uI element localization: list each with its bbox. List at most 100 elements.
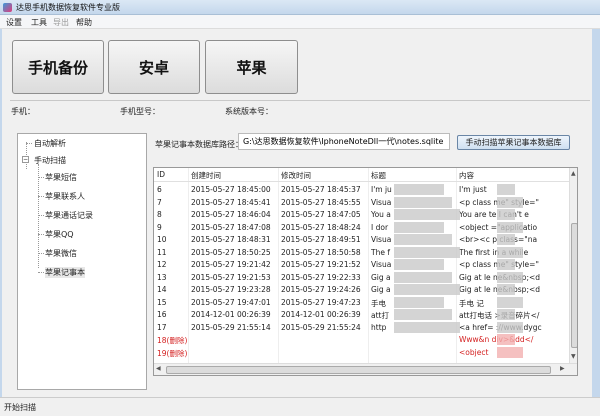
table-row[interactable]: 8 2015-05-27 18:46:04 2015-05-27 18:47:05 Y… xyxy=(154,208,569,221)
tree-item-5[interactable]: 苹果记事本 xyxy=(45,267,85,278)
menu-bar: 设置 工具 导出 帮助 xyxy=(0,15,600,29)
blurred-region xyxy=(497,221,523,233)
table-row[interactable]: 6 2015-05-27 18:45:00 2015-05-27 18:45:37 I… xyxy=(154,183,569,196)
table-row[interactable]: 13 2015-05-27 19:21:53 2015-05-27 19:22:33… xyxy=(154,271,569,284)
phone-backup-button[interactable]: 手机备份 xyxy=(12,40,104,94)
tree-item-4[interactable]: 苹果微信 xyxy=(45,248,77,259)
table-cell xyxy=(371,348,455,359)
scroll-left-icon[interactable]: ◀ xyxy=(156,365,161,372)
menu-help[interactable]: 帮助 xyxy=(76,17,92,28)
db-path-input[interactable] xyxy=(238,133,450,150)
blurred-region xyxy=(394,184,444,195)
table-cell: 2015-05-27 18:45:55 xyxy=(281,197,361,207)
table-cell: 2015-05-27 18:46:04 xyxy=(191,210,271,219)
table-row[interactable]: 7 2015-05-27 18:45:41 2015-05-27 18:45:55 V… xyxy=(154,196,569,209)
menu-settings[interactable]: 设置 xyxy=(6,17,22,28)
table-row[interactable]: 14 2015-05-27 19:23:28 2015-05-27 19:24:26… xyxy=(154,283,569,296)
manual-scan-notes-button[interactable]: 手动扫描苹果记事本数据库 xyxy=(457,135,570,150)
android-button[interactable]: 安卓 xyxy=(108,40,200,94)
collapse-icon[interactable]: − xyxy=(22,156,29,163)
table-cell: 6 xyxy=(157,185,162,194)
table-cell xyxy=(191,335,277,346)
blurred-region xyxy=(497,309,515,320)
column-header[interactable]: 内容 xyxy=(459,170,474,181)
blurred-region xyxy=(394,246,460,258)
table-cell: 2015-05-27 19:47:01 xyxy=(191,297,271,307)
table-row[interactable]: 12 2015-05-27 19:21:42 2015-05-27 19:21:52… xyxy=(154,258,569,271)
table-cell: 2015-05-27 19:24:26 xyxy=(281,285,361,294)
table-cell: 7 xyxy=(157,197,162,207)
table-row[interactable]: 19(删除) <object xyxy=(154,346,569,359)
horizontal-scrollbar[interactable]: ◀ ▶ xyxy=(154,363,577,375)
table-row[interactable]: 18(删除)Www&n div>&dd</ xyxy=(154,333,569,346)
blurred-region xyxy=(497,234,515,245)
table-cell: 19(删除) xyxy=(157,348,187,358)
blurred-region xyxy=(394,284,460,295)
menu-export[interactable]: 导出 xyxy=(53,17,69,28)
table-cell: 2015-05-27 19:23:28 xyxy=(191,285,271,294)
blurred-region xyxy=(394,259,444,270)
divider xyxy=(10,100,590,101)
table-cell: 11 xyxy=(157,247,167,257)
table-cell: 2015-05-27 18:48:31 xyxy=(191,235,271,244)
table-row[interactable]: 15 2015-05-27 19:47:01 2015-05-27 19:47:23… xyxy=(154,296,569,309)
blurred-region xyxy=(497,184,515,195)
blurred-region xyxy=(394,296,444,308)
os-version-label: 系统版本号： xyxy=(225,107,273,116)
table-cell: 16 xyxy=(157,310,167,319)
apple-button[interactable]: 苹果 xyxy=(205,40,298,94)
table-cell: 14 xyxy=(157,285,167,294)
table-cell: 9 xyxy=(157,222,162,232)
vertical-scrollbar[interactable]: ▲ ▼ xyxy=(569,168,577,363)
tree-item-0[interactable]: 苹果短信 xyxy=(45,172,77,183)
scroll-up-icon[interactable]: ▲ xyxy=(571,170,576,177)
table-cell: 2015-05-27 18:45:37 xyxy=(281,185,361,194)
blurred-region xyxy=(394,271,452,283)
column-header[interactable]: 创建时间 xyxy=(191,170,221,181)
table-row[interactable]: 16 2014-12-01 00:26:39 2014-12-01 00:26:39… xyxy=(154,308,569,321)
table-cell: 17 xyxy=(157,322,167,332)
table-cell: 2015-05-27 18:47:05 xyxy=(281,210,361,219)
blurred-region xyxy=(497,196,523,208)
status-bar: 开始扫描 xyxy=(0,397,600,416)
vertical-scroll-thumb[interactable] xyxy=(571,223,577,348)
blurred-region xyxy=(394,321,460,333)
table-row[interactable]: 17 2015-05-29 21:55:14 2015-05-29 21:55:24… xyxy=(154,321,569,334)
db-path-label: 苹果记事本数据库路径： xyxy=(155,140,243,149)
table-cell: 13 xyxy=(157,272,167,282)
column-header[interactable]: 修改时间 xyxy=(281,170,311,181)
table-cell: 2014-12-01 00:26:39 xyxy=(281,310,361,319)
horizontal-scroll-thumb[interactable] xyxy=(166,366,551,374)
table-cell: 2015-05-27 19:21:53 xyxy=(191,272,271,282)
blurred-region xyxy=(497,321,523,333)
menu-tools[interactable]: 工具 xyxy=(31,17,47,28)
status-text: 开始扫描 xyxy=(4,403,36,412)
table-cell: 2015-05-27 18:50:58 xyxy=(281,247,361,257)
table-cell: 2015-05-29 21:55:24 xyxy=(281,322,361,332)
blurred-region xyxy=(394,309,452,320)
table-row[interactable]: 11 2015-05-27 18:50:25 2015-05-27 18:50:58… xyxy=(154,246,569,259)
table-row[interactable]: 10 2015-05-27 18:48:31 2015-05-27 18:49:51… xyxy=(154,233,569,246)
table-header: ID 创建时间 修改时间 标题 内容 xyxy=(154,168,569,182)
table-cell: 2015-05-27 18:47:08 xyxy=(191,222,271,232)
table-cell: 2015-05-27 19:21:52 xyxy=(281,260,361,269)
blurred-region xyxy=(394,196,452,208)
table-cell xyxy=(371,335,455,346)
table-cell: 18(删除) xyxy=(157,336,187,345)
table-cell: 8 xyxy=(157,210,162,219)
column-header[interactable]: ID xyxy=(157,170,165,181)
table-row[interactable]: 9 2015-05-27 18:47:08 2015-05-27 18:48:24 I… xyxy=(154,221,569,234)
column-header[interactable]: 标题 xyxy=(371,170,386,181)
tree-item-2[interactable]: 苹果通话记录 xyxy=(45,210,93,221)
scroll-down-icon[interactable]: ▼ xyxy=(571,353,576,360)
blurred-region xyxy=(497,346,523,358)
tree-item-1[interactable]: 苹果联系人 xyxy=(45,191,85,202)
table-cell: 2015-05-27 19:47:23 xyxy=(281,297,361,307)
table-cell: 2015-05-27 18:48:24 xyxy=(281,222,361,232)
table-cell: 2015-05-27 18:45:00 xyxy=(191,185,271,194)
scroll-right-icon[interactable]: ▶ xyxy=(560,365,565,372)
tree-item-auto-parse[interactable]: 自动解析 xyxy=(34,138,66,149)
table-cell: 15 xyxy=(157,297,167,307)
blurred-region xyxy=(497,259,515,270)
tree-item-3[interactable]: 苹果QQ xyxy=(45,229,74,240)
